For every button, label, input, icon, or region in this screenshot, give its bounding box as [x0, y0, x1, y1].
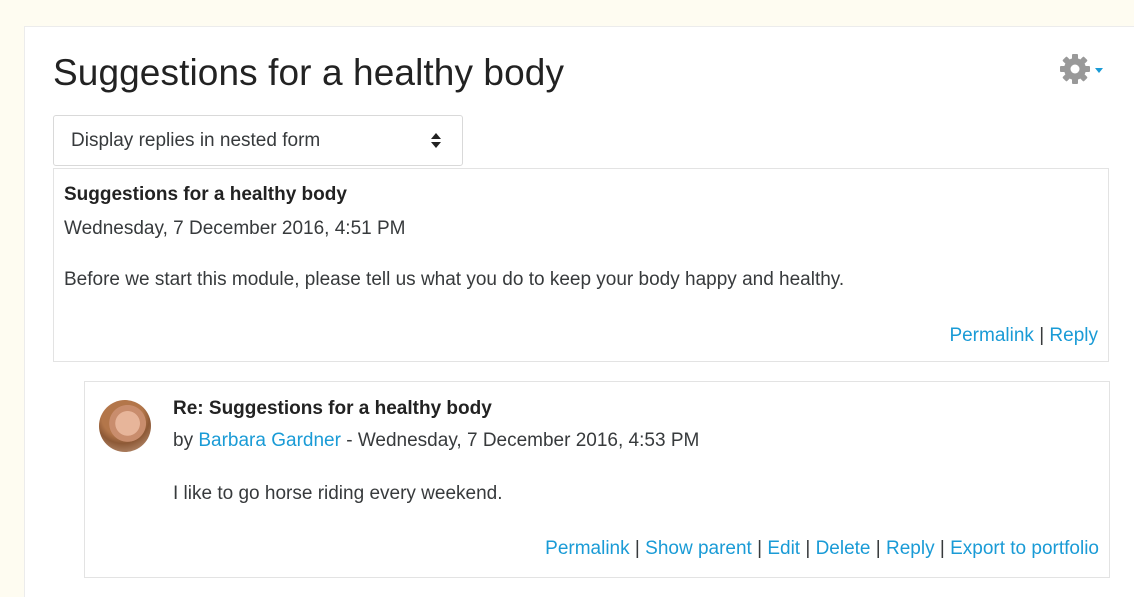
- post-byline: by Barbara Gardner - Wednesday, 7 Decemb…: [173, 430, 699, 452]
- page-title: Suggestions for a healthy body: [53, 52, 565, 93]
- post-commands: Permalink | Reply: [949, 325, 1098, 347]
- post-date: Wednesday, 7 December 2016, 4:51 PM: [64, 218, 406, 239]
- display-mode-selected: Display replies in nested form: [71, 129, 321, 151]
- avatar[interactable]: [99, 400, 151, 452]
- separator: |: [800, 538, 816, 559]
- post-message: Before we start this module, please tell…: [64, 269, 845, 290]
- settings-menu-button[interactable]: [1058, 52, 1120, 86]
- reply-link[interactable]: Reply: [1049, 325, 1098, 346]
- post-date: Wednesday, 7 December 2016, 4:53 PM: [357, 430, 700, 451]
- export-to-portfolio-link[interactable]: Export to portfolio: [950, 538, 1099, 559]
- date-separator: -: [340, 430, 358, 451]
- reply-link[interactable]: Reply: [886, 538, 935, 559]
- show-parent-link[interactable]: Show parent: [645, 538, 752, 559]
- post-commands: Permalink | Show parent | Edit | Delete …: [545, 538, 1099, 560]
- post-subject: Suggestions for a healthy body: [64, 184, 347, 205]
- display-mode-select[interactable]: Display replies in nested form: [53, 115, 463, 166]
- author-link[interactable]: Barbara Gardner: [198, 430, 341, 451]
- separator: |: [934, 538, 951, 559]
- post-subject: Re: Suggestions for a healthy body: [173, 398, 492, 419]
- permalink-link[interactable]: Permalink: [949, 325, 1033, 346]
- by-prefix: by: [173, 430, 199, 451]
- select-arrows-icon: [431, 133, 441, 149]
- gear-icon: [1058, 52, 1092, 86]
- separator: |: [751, 538, 768, 559]
- post-message: I like to go horse riding every weekend.: [173, 483, 503, 504]
- forum-post: Suggestions for a healthy body Wednesday…: [53, 168, 1109, 362]
- edit-link[interactable]: Edit: [767, 538, 800, 559]
- separator: |: [629, 538, 646, 559]
- permalink-link[interactable]: Permalink: [545, 538, 629, 559]
- separator: |: [1033, 325, 1050, 346]
- forum-reply-post: Re: Suggestions for a healthy body by Ba…: [84, 381, 1110, 578]
- delete-link[interactable]: Delete: [816, 538, 871, 559]
- separator: |: [870, 538, 886, 559]
- chevron-down-icon: [1095, 67, 1103, 73]
